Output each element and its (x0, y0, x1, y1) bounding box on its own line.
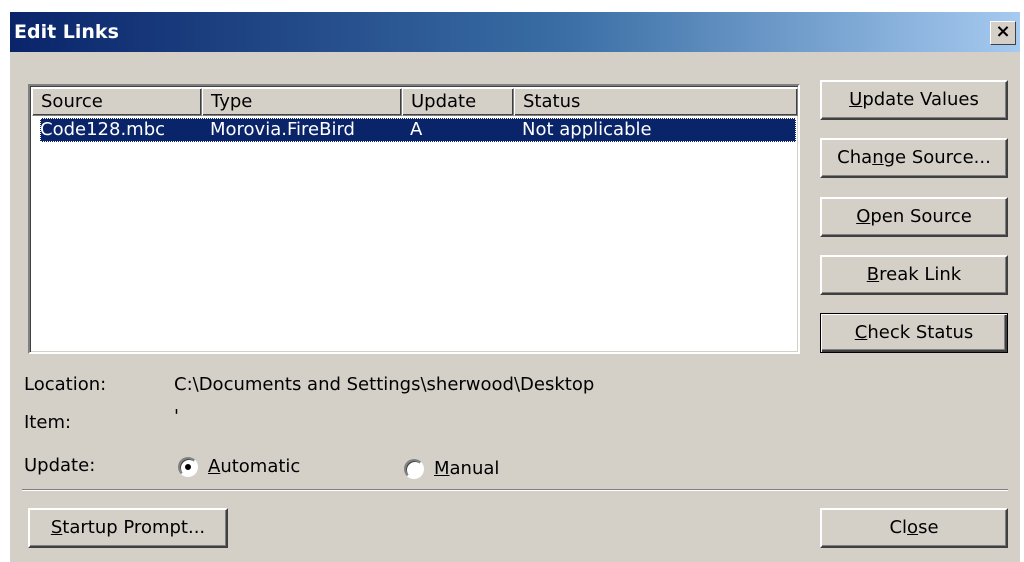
cell-source: Code128.mbc (40, 119, 166, 140)
automatic-label[interactable]: Automatic (208, 456, 300, 477)
automatic-radio[interactable] (178, 457, 198, 477)
item-value: ' (174, 406, 179, 427)
access-key: n (872, 147, 884, 168)
update-label: Update: (24, 455, 96, 476)
access-key: S (50, 517, 63, 538)
edit-links-dialog: Edit Links × Source Type Update Status C… (8, 10, 1020, 562)
button-label: tartup Prompt... (62, 517, 206, 538)
table-row[interactable]: Code128.mbc Morovia.FireBird A Not appli… (40, 118, 796, 142)
break-link-button[interactable]: Break Link (820, 255, 1008, 295)
access-key: o (907, 517, 919, 538)
window-title: Edit Links (14, 21, 119, 43)
cell-type: Morovia.FireBird (210, 119, 355, 140)
radio-selected-dot (185, 464, 191, 470)
item-label: Item: (24, 412, 72, 433)
close-icon[interactable]: × (990, 21, 1016, 45)
column-header-update[interactable]: Update (402, 88, 514, 116)
access-key: C (854, 322, 868, 343)
button-label: Cha (837, 147, 873, 168)
access-key: M (434, 458, 450, 479)
button-label: ge Source... (883, 147, 991, 168)
radio-label: utomatic (220, 456, 301, 477)
location-value: C:\Documents and Settings\sherwood\Deskt… (174, 374, 595, 395)
access-key: A (208, 456, 221, 477)
cell-status: Not applicable (522, 119, 652, 140)
cell-update: A (410, 119, 423, 140)
list-header: Source Type Update Status (32, 88, 798, 116)
close-button[interactable]: Close (820, 508, 1008, 548)
open-source-button[interactable]: Open Source (820, 197, 1008, 237)
access-key: O (856, 206, 871, 227)
button-label: pdate Values (862, 89, 979, 110)
access-key: B (866, 264, 880, 285)
access-key: U (849, 89, 863, 110)
button-label: reak Link (879, 264, 962, 285)
radio-label: anual (449, 458, 500, 479)
separator (22, 489, 1008, 491)
title-bar[interactable]: Edit Links × (10, 12, 1020, 52)
manual-radio[interactable] (404, 459, 424, 479)
startup-prompt-button[interactable]: Startup Prompt... (28, 508, 228, 548)
update-values-button[interactable]: Update Values (820, 80, 1008, 120)
column-header-status[interactable]: Status (514, 88, 798, 116)
manual-label[interactable]: Manual (434, 458, 499, 479)
column-header-source[interactable]: Source (32, 88, 202, 116)
button-label: se (918, 517, 939, 538)
check-status-button[interactable]: Check Status (820, 313, 1008, 353)
links-list[interactable]: Source Type Update Status Code128.mbc Mo… (28, 84, 800, 354)
button-label: Cl (889, 517, 908, 538)
button-label: heck Status (867, 322, 974, 343)
column-header-type[interactable]: Type (202, 88, 402, 116)
change-source-button[interactable]: Change Source... (820, 138, 1008, 178)
location-label: Location: (24, 374, 107, 395)
button-label: pen Source (870, 206, 972, 227)
